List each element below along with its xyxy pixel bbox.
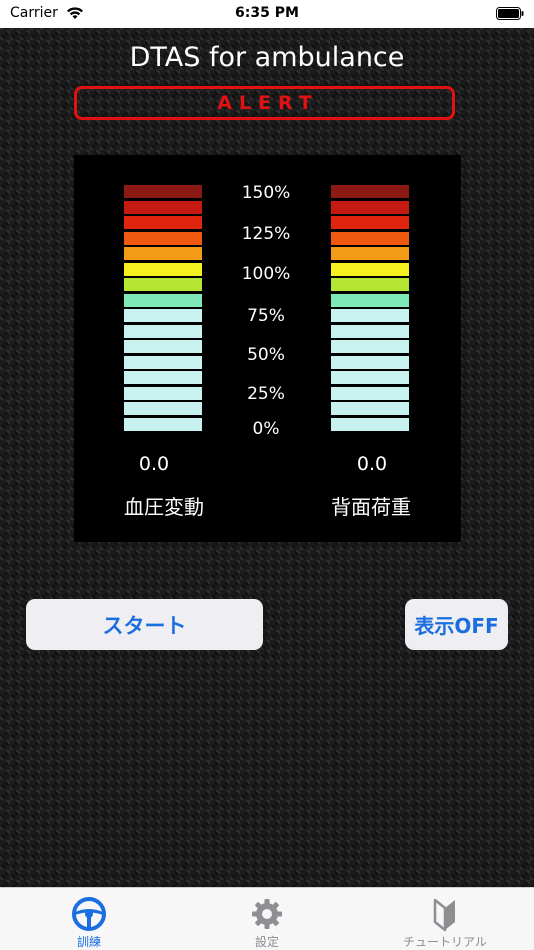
alert-label: ALERT bbox=[217, 92, 319, 114]
battery-full-icon bbox=[496, 7, 524, 20]
meter-segment bbox=[331, 247, 409, 260]
meter-panel: 150% 125% 100% 75% 50% 25% 0% 0.0 0.0 血圧… bbox=[74, 155, 461, 542]
blood-pressure-label: 血圧変動 bbox=[124, 495, 204, 519]
tab-settings[interactable]: 設定 bbox=[178, 888, 356, 950]
meter-segment bbox=[124, 216, 202, 229]
beginner-mark-icon bbox=[433, 898, 455, 932]
meter-segment bbox=[331, 324, 409, 338]
percent-label-50: 50% bbox=[247, 345, 285, 365]
status-bar: Carrier 6:35 PM bbox=[0, 0, 534, 28]
alert-indicator: ALERT bbox=[74, 86, 455, 120]
display-off-button[interactable]: 表示OFF bbox=[405, 599, 508, 650]
blood-pressure-value: 0.0 bbox=[138, 453, 170, 475]
tab-label-tutorial: チュートリアル bbox=[403, 935, 487, 949]
meter-segment bbox=[124, 386, 202, 400]
meter-segment bbox=[331, 402, 409, 415]
meter-segment bbox=[124, 247, 202, 260]
status-time: 6:35 PM bbox=[235, 5, 299, 21]
meter-segment bbox=[124, 417, 202, 431]
start-button[interactable]: スタート bbox=[26, 599, 263, 650]
tab-label-training: 訓練 bbox=[76, 935, 101, 949]
meter-segment bbox=[331, 417, 409, 431]
percent-label-25: 25% bbox=[247, 384, 285, 404]
meter-segment bbox=[331, 293, 409, 307]
tab-label-settings: 設定 bbox=[254, 935, 279, 949]
percent-label-125: 125% bbox=[241, 224, 291, 244]
percent-label-0: 0% bbox=[252, 419, 280, 439]
percent-label-100: 100% bbox=[241, 264, 291, 284]
meter-segment bbox=[331, 309, 409, 322]
meter-segment bbox=[124, 231, 202, 245]
meter-segment bbox=[331, 355, 409, 369]
meter-segment bbox=[124, 340, 202, 353]
meter-segment bbox=[124, 185, 202, 198]
meter-segment bbox=[331, 216, 409, 229]
meter-segment bbox=[331, 200, 409, 214]
tab-training[interactable]: 訓練 bbox=[0, 888, 178, 950]
gear-icon bbox=[252, 899, 282, 929]
meter-segment bbox=[124, 371, 202, 384]
meter-segment bbox=[124, 309, 202, 322]
meter-segment bbox=[124, 402, 202, 415]
app-title: DTAS for ambulance bbox=[129, 42, 405, 73]
meter-segment bbox=[331, 386, 409, 400]
meter-segment bbox=[124, 262, 202, 276]
back-load-value: 0.0 bbox=[356, 453, 388, 475]
meter-segment bbox=[124, 293, 202, 307]
back-load-label: 背面荷重 bbox=[331, 495, 411, 519]
tab-tutorial[interactable]: チュートリアル bbox=[356, 888, 534, 950]
meter-segment bbox=[331, 278, 409, 291]
meter-segment bbox=[124, 278, 202, 291]
percent-label-150: 150% bbox=[241, 183, 291, 203]
meter-segment bbox=[124, 324, 202, 338]
meter-segment bbox=[124, 200, 202, 214]
blood-pressure-meter bbox=[124, 185, 202, 433]
meter-segment bbox=[124, 355, 202, 369]
back-load-meter bbox=[331, 185, 409, 433]
percent-label-75: 75% bbox=[247, 306, 285, 326]
meter-segment bbox=[331, 262, 409, 276]
steering-wheel-icon bbox=[72, 897, 106, 931]
meter-segment bbox=[331, 231, 409, 245]
meter-segment bbox=[331, 185, 409, 198]
tab-bar: 訓練 設定 チュートリアル bbox=[0, 887, 534, 950]
meter-segment bbox=[331, 340, 409, 353]
meter-segment bbox=[331, 371, 409, 384]
